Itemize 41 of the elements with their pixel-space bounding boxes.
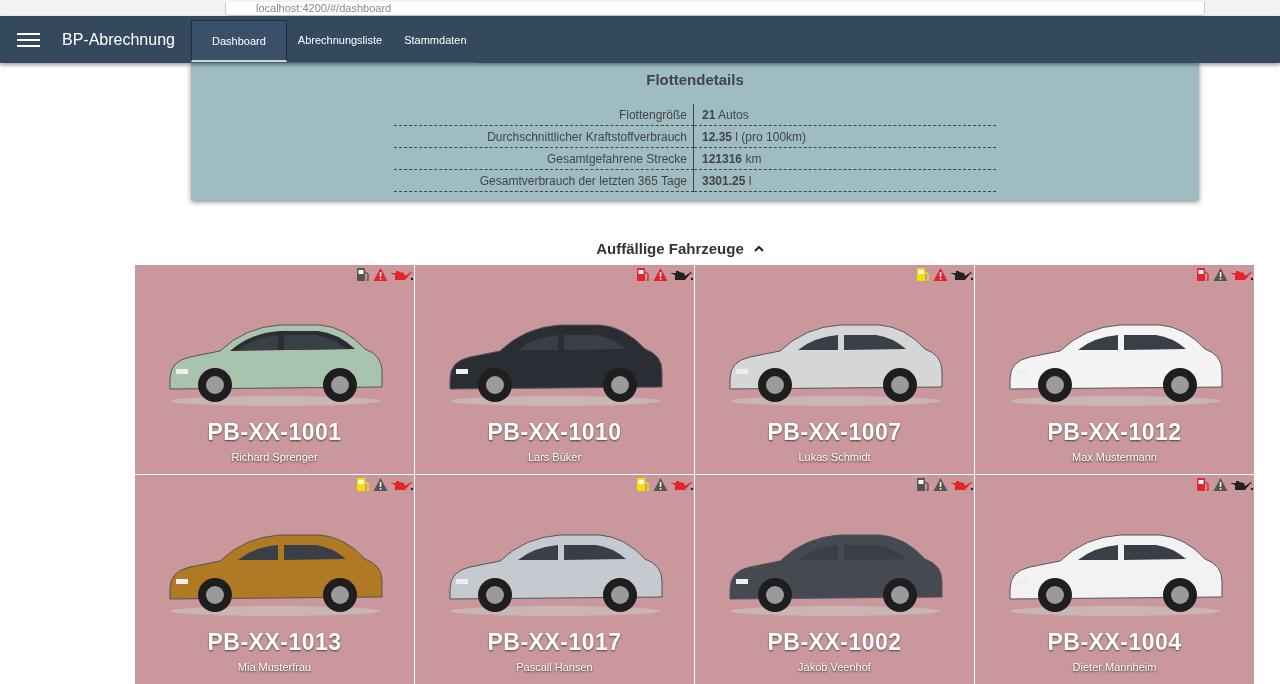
address-field[interactable]: localhost:4200/#/dashboard: [225, 2, 1205, 16]
menu-icon[interactable]: [17, 31, 40, 48]
license-plate: PB-XX-1007: [767, 419, 902, 446]
nav-tab[interactable]: Stammdaten: [393, 20, 478, 62]
vehicle-card[interactable]: PB-XX-1012 Max Mustermann: [975, 265, 1254, 474]
license-plate: PB-XX-1017: [487, 629, 622, 656]
license-plate: PB-XX-1001: [207, 419, 342, 446]
section-title: Auffällige Fahrzeuge: [596, 239, 744, 257]
nav-tab[interactable]: Dashboard: [190, 20, 287, 62]
vehicle-card[interactable]: PB-XX-1001 Richard Sprenger: [135, 265, 414, 474]
panel-title: Flottendetails: [645, 71, 745, 88]
detail-label: Gesamtgefahrene Strecke: [394, 148, 694, 170]
detail-value: 12.35 l (pro 100km): [694, 126, 996, 148]
vehicle-card[interactable]: PB-XX-1010 Lars Büker: [415, 265, 694, 474]
driver-name: Dieter Mannheim: [1072, 661, 1157, 673]
detail-label: Flottengröße: [394, 104, 694, 126]
nav-tab[interactable]: Abrechnungsliste: [286, 20, 394, 62]
vehicle-card[interactable]: PB-XX-1017 Pascall Hansen: [415, 475, 694, 684]
driver-name: Lars Büker: [527, 451, 582, 463]
vehicle-card[interactable]: PB-XX-1007 Lukas Schmidt: [695, 265, 974, 474]
driver-name: Max Mustermann: [1072, 451, 1157, 463]
vehicle-card[interactable]: PB-XX-1004 Dieter Mannheim: [975, 475, 1254, 684]
driver-name: Lukas Schmidt: [798, 451, 871, 463]
vehicle-card[interactable]: PB-XX-1002 Jakob Veenhof: [695, 475, 974, 684]
driver-name: Jakob Veenhof: [798, 661, 871, 673]
detail-value: 121316 km: [694, 148, 996, 170]
license-plate: PB-XX-1010: [487, 419, 622, 446]
app-title: BP-Abrechnung: [62, 30, 175, 49]
vehicle-card[interactable]: PB-XX-1013 Mia Musterfrau: [135, 475, 414, 684]
driver-name: Pascall Hansen: [516, 661, 593, 673]
driver-name: Richard Sprenger: [231, 451, 318, 463]
license-plate: PB-XX-1004: [1047, 629, 1182, 656]
detail-label: Gesamtverbrauch der letzten 365 Tage: [394, 170, 694, 192]
chevron-up-icon[interactable]: [753, 244, 764, 252]
license-plate: PB-XX-1002: [767, 629, 902, 656]
detail-label: Durchschnittlicher Kraftstoffverbrauch: [394, 126, 694, 148]
license-plate: PB-XX-1012: [1047, 419, 1182, 446]
detail-value: 3301.25 l: [694, 170, 996, 192]
detail-value: 21 Autos: [694, 104, 996, 126]
driver-name: Mia Musterfrau: [237, 661, 312, 673]
license-plate: PB-XX-1013: [207, 629, 342, 656]
